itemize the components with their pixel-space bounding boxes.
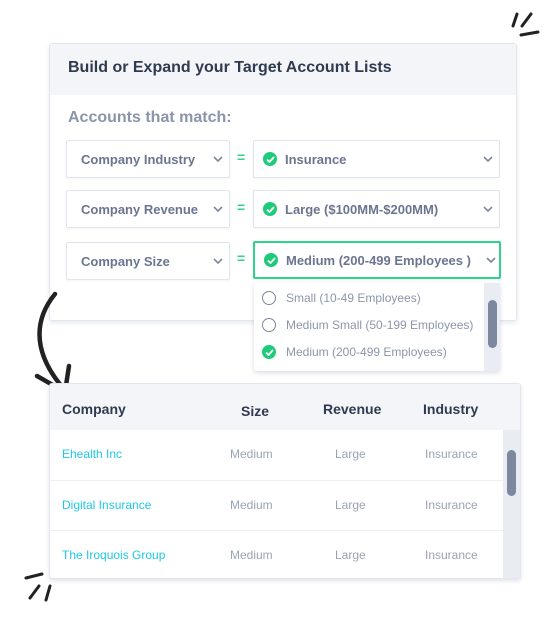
industry-cell: Insurance — [425, 498, 478, 512]
company-link[interactable]: The Iroquois Group — [62, 548, 165, 562]
check-circle-icon — [263, 202, 277, 216]
option-label: Medium (200-499 Employees) — [286, 345, 447, 359]
size-cell: Medium — [230, 498, 273, 512]
value-select-size[interactable]: Medium (200-499 Employees ) — [253, 241, 501, 279]
equals-operator: = — [237, 250, 246, 266]
field-select-label: Company Industry — [81, 151, 196, 167]
field-select-label: Company Size — [81, 253, 170, 269]
field-select-industry[interactable]: Company Industry — [66, 140, 230, 178]
revenue-cell: Large — [335, 447, 366, 461]
accounts-match-label: Accounts that match: — [68, 109, 232, 126]
value-select-label: Medium (200-499 Employees ) — [286, 252, 471, 268]
chevron-down-icon — [207, 258, 229, 264]
size-cell: Medium — [230, 447, 273, 461]
size-cell: Medium — [230, 548, 273, 562]
company-link[interactable]: Ehealth Inc — [62, 447, 122, 461]
check-circle-icon — [262, 345, 276, 359]
table-row[interactable]: The Iroquois Group Medium Large Insuranc… — [50, 530, 505, 578]
dropdown-option[interactable]: Medium Small (50-199 Employees) — [262, 318, 473, 332]
option-label: Medium Small (50-199 Employees) — [286, 318, 474, 332]
dropdown-option[interactable]: Small (10-49 Employees) — [262, 291, 421, 305]
table-scrollbar-thumb[interactable] — [507, 450, 516, 496]
card-title: Build or Expand your Target Account List… — [50, 44, 516, 95]
column-header-company[interactable]: Company — [62, 401, 126, 417]
radio-unchecked-icon — [262, 291, 276, 305]
option-label: Small (10-49 Employees) — [286, 291, 421, 305]
chevron-down-icon — [477, 156, 499, 162]
field-select-size[interactable]: Company Size — [66, 242, 230, 280]
value-select-label: Large ($100MM-$200MM) — [285, 201, 439, 217]
table-header: Company Size Revenue Industry — [50, 384, 520, 430]
check-circle-icon — [264, 253, 278, 267]
value-select-industry[interactable]: Insurance — [253, 140, 500, 178]
company-link[interactable]: Digital Insurance — [62, 498, 151, 512]
results-table: Company Size Revenue Industry Ehealth In… — [49, 383, 521, 579]
revenue-cell: Large — [335, 548, 366, 562]
sparkle-decoration-bottom-icon — [24, 572, 52, 602]
industry-cell: Insurance — [425, 548, 478, 562]
table-row[interactable]: Digital Insurance Medium Large Insurance — [50, 480, 505, 530]
sparkle-decoration-top-icon — [511, 12, 540, 37]
check-circle-icon — [263, 152, 277, 166]
value-select-revenue[interactable]: Large ($100MM-$200MM) — [253, 190, 500, 228]
column-header-revenue[interactable]: Revenue — [323, 401, 381, 417]
industry-cell: Insurance — [425, 447, 478, 461]
dropdown-scrollbar-thumb[interactable] — [488, 300, 497, 348]
value-select-label: Insurance — [285, 151, 347, 167]
column-header-size[interactable]: Size — [241, 403, 269, 419]
table-row[interactable]: Ehealth Inc Medium Large Insurance — [50, 430, 505, 480]
field-select-revenue[interactable]: Company Revenue — [66, 190, 230, 228]
field-select-label: Company Revenue — [81, 201, 199, 217]
equals-operator: = — [237, 149, 246, 165]
dropdown-option-selected[interactable]: Medium (200-499 Employees) — [262, 345, 447, 359]
chevron-down-icon — [207, 156, 229, 162]
revenue-cell: Large — [335, 498, 366, 512]
chevron-down-icon — [477, 206, 499, 212]
column-header-industry[interactable]: Industry — [423, 401, 478, 417]
size-options-dropdown: Small (10-49 Employees) Medium Small (50… — [254, 283, 500, 371]
equals-operator: = — [237, 199, 246, 215]
radio-unchecked-icon — [262, 318, 276, 332]
chevron-down-icon — [207, 206, 229, 212]
chevron-down-icon — [483, 257, 499, 263]
